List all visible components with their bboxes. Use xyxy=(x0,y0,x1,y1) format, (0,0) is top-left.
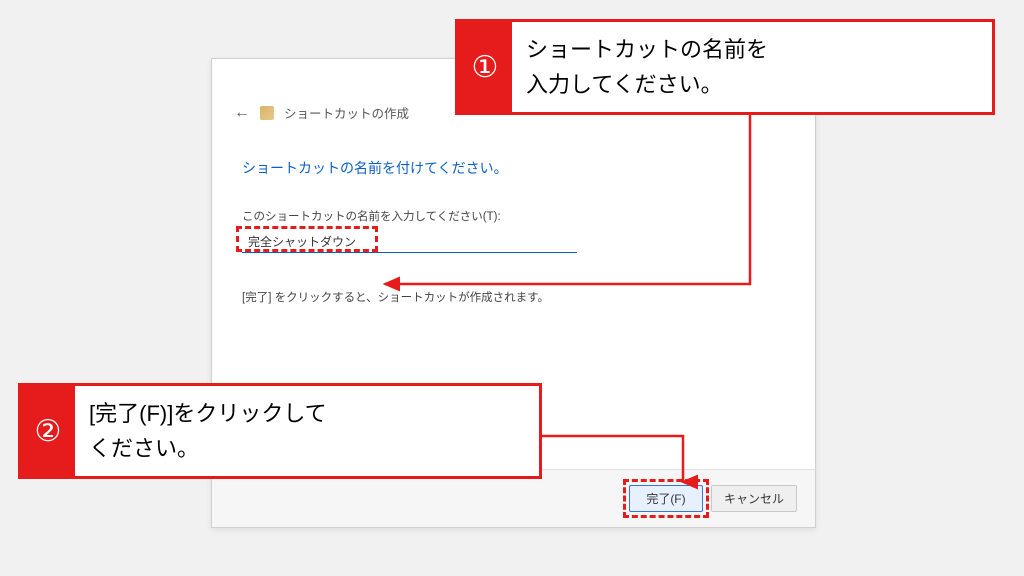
annotation-text-1: ショートカットの名前を 入力してください。 xyxy=(512,22,786,112)
annotation-text-2: [完了(F)]をクリックして ください。 xyxy=(75,386,345,476)
dialog-heading: ショートカットの名前を付けてください。 xyxy=(242,158,815,178)
annotation-callout-2: ② [完了(F)]をクリックして ください。 xyxy=(18,383,542,479)
shortcut-name-input[interactable] xyxy=(242,230,577,253)
finish-button[interactable]: 完了(F) xyxy=(629,485,703,512)
shortcut-app-icon xyxy=(260,106,274,120)
dialog-title: ショートカットの作成 xyxy=(284,103,409,122)
annotation-badge-1: ① xyxy=(458,22,512,112)
finish-button-label: 完了(F) xyxy=(646,492,685,506)
cancel-button[interactable]: キャンセル xyxy=(711,485,797,512)
back-arrow-icon[interactable]: ← xyxy=(234,104,250,122)
annotation-badge-2: ② xyxy=(21,386,75,476)
cancel-button-label: キャンセル xyxy=(724,492,784,506)
shortcut-name-input-wrap xyxy=(242,230,577,253)
shortcut-name-label: このショートカットの名前を入力してください(T): xyxy=(242,208,815,224)
annotation-callout-1: ① ショートカットの名前を 入力してください。 xyxy=(455,19,995,115)
dialog-hint: [完了] をクリックすると、ショートカットが作成されます。 xyxy=(242,289,815,305)
